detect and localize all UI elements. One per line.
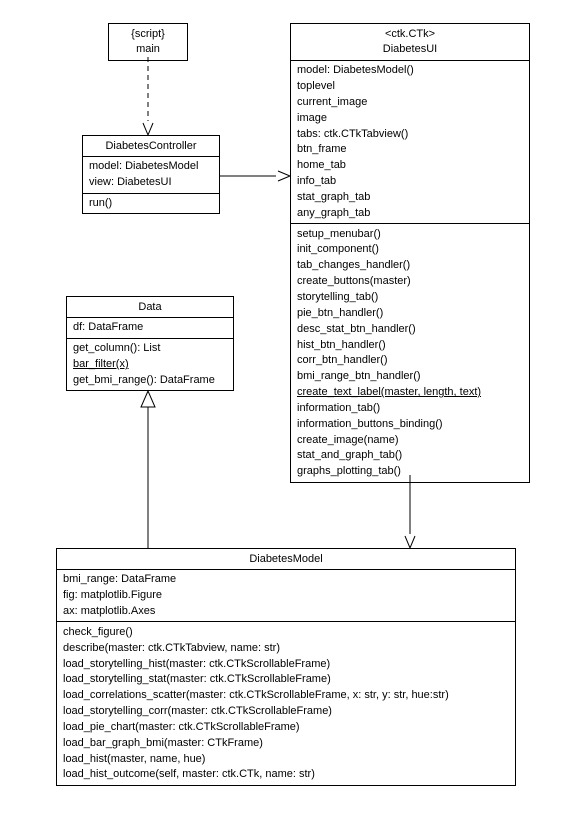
- attr: df: DataFrame: [73, 320, 227, 336]
- method: load_storytelling_hist(master: ctk.CTkSc…: [63, 656, 509, 672]
- method: storytelling_tab(): [297, 290, 523, 306]
- main-name: main: [115, 42, 181, 58]
- method: bmi_range_btn_handler(): [297, 369, 523, 385]
- generalization-arrowhead-icon: [141, 391, 155, 407]
- model-attrs: bmi_range: DataFrame fig: matplotlib.Fig…: [57, 570, 515, 623]
- controller-name: DiabetesController: [89, 138, 213, 154]
- attr: fig: matplotlib.Figure: [63, 588, 509, 604]
- method: load_storytelling_stat(master: ctk.CTkSc…: [63, 672, 509, 688]
- attr: model: DiabetesModel(): [297, 63, 523, 79]
- method: tab_changes_handler(): [297, 258, 523, 274]
- class-main: {script} main: [108, 23, 188, 61]
- method: bar_filter(x): [73, 357, 227, 373]
- method: stat_and_graph_tab(): [297, 448, 523, 464]
- main-stereotype: {script}: [115, 26, 181, 42]
- method: get_column(): List: [73, 341, 227, 357]
- data-name: Data: [73, 299, 227, 315]
- data-methods: get_column(): List bar_filter(x) get_bmi…: [67, 339, 233, 391]
- attr: tabs: ctk.CTkTabview(): [297, 126, 523, 142]
- attr: image: [297, 110, 523, 126]
- controller-attrs: model: DiabetesModel view: DiabetesUI: [83, 157, 219, 194]
- method: describe(master: ctk.CTkTabview, name: s…: [63, 640, 509, 656]
- attr: toplevel: [297, 79, 523, 95]
- method: load_pie_chart(master: ctk.CTkScrollable…: [63, 719, 509, 735]
- attr: current_image: [297, 94, 523, 110]
- method: create_text_label(master, length, text): [297, 385, 523, 401]
- attr: view: DiabetesUI: [89, 175, 213, 191]
- arrowhead-icon: [405, 536, 415, 548]
- arrowhead-icon: [278, 171, 290, 181]
- ui-methods: setup_menubar() init_component() tab_cha…: [291, 224, 529, 482]
- method: setup_menubar(): [297, 226, 523, 242]
- method: graphs_plotting_tab(): [297, 464, 523, 480]
- method: load_hist_outcome(self, master: ctk.CTk,…: [63, 767, 509, 783]
- ui-attrs: model: DiabetesModel() toplevel current_…: [291, 61, 529, 224]
- ui-name: DiabetesUI: [297, 42, 523, 58]
- method: check_figure(): [63, 624, 509, 640]
- method: load_hist(master, name, hue): [63, 751, 509, 767]
- class-diabetesmodel: DiabetesModel bmi_range: DataFrame fig: …: [56, 548, 516, 786]
- method: init_component(): [297, 242, 523, 258]
- controller-methods: run(): [83, 194, 219, 214]
- method: run(): [89, 196, 213, 212]
- method: create_image(name): [297, 432, 523, 448]
- arrowhead-icon: [143, 123, 153, 135]
- attr: ax: matplotlib.Axes: [63, 604, 509, 620]
- method: load_storytelling_corr(master: ctk.CTkSc…: [63, 704, 509, 720]
- class-diabetescontroller: DiabetesController model: DiabetesModel …: [82, 135, 220, 214]
- class-data: Data df: DataFrame get_column(): List ba…: [66, 296, 234, 391]
- method: create_buttons(master): [297, 274, 523, 290]
- attr: model: DiabetesModel: [89, 159, 213, 175]
- attr: btn_frame: [297, 142, 523, 158]
- ui-stereotype: <ctk.CTk>: [297, 26, 523, 42]
- attr: info_tab: [297, 174, 523, 190]
- attr: any_graph_tab: [297, 205, 523, 221]
- method: load_bar_graph_bmi(master: CTkFrame): [63, 735, 509, 751]
- model-name: DiabetesModel: [63, 551, 509, 567]
- method: get_bmi_range(): DataFrame: [73, 372, 227, 388]
- attr: bmi_range: DataFrame: [63, 572, 509, 588]
- class-diabetesui: <ctk.CTk> DiabetesUI model: DiabetesMode…: [290, 23, 530, 483]
- method: load_correlations_scatter(master: ctk.CT…: [63, 688, 509, 704]
- model-methods: check_figure() describe(master: ctk.CTkT…: [57, 622, 515, 784]
- method: desc_stat_btn_handler(): [297, 321, 523, 337]
- attr: home_tab: [297, 158, 523, 174]
- data-attrs: df: DataFrame: [67, 318, 233, 339]
- method: information_buttons_binding(): [297, 416, 523, 432]
- attr: stat_graph_tab: [297, 189, 523, 205]
- method: hist_btn_handler(): [297, 337, 523, 353]
- method: information_tab(): [297, 400, 523, 416]
- method: corr_btn_handler(): [297, 353, 523, 369]
- method: pie_btn_handler(): [297, 305, 523, 321]
